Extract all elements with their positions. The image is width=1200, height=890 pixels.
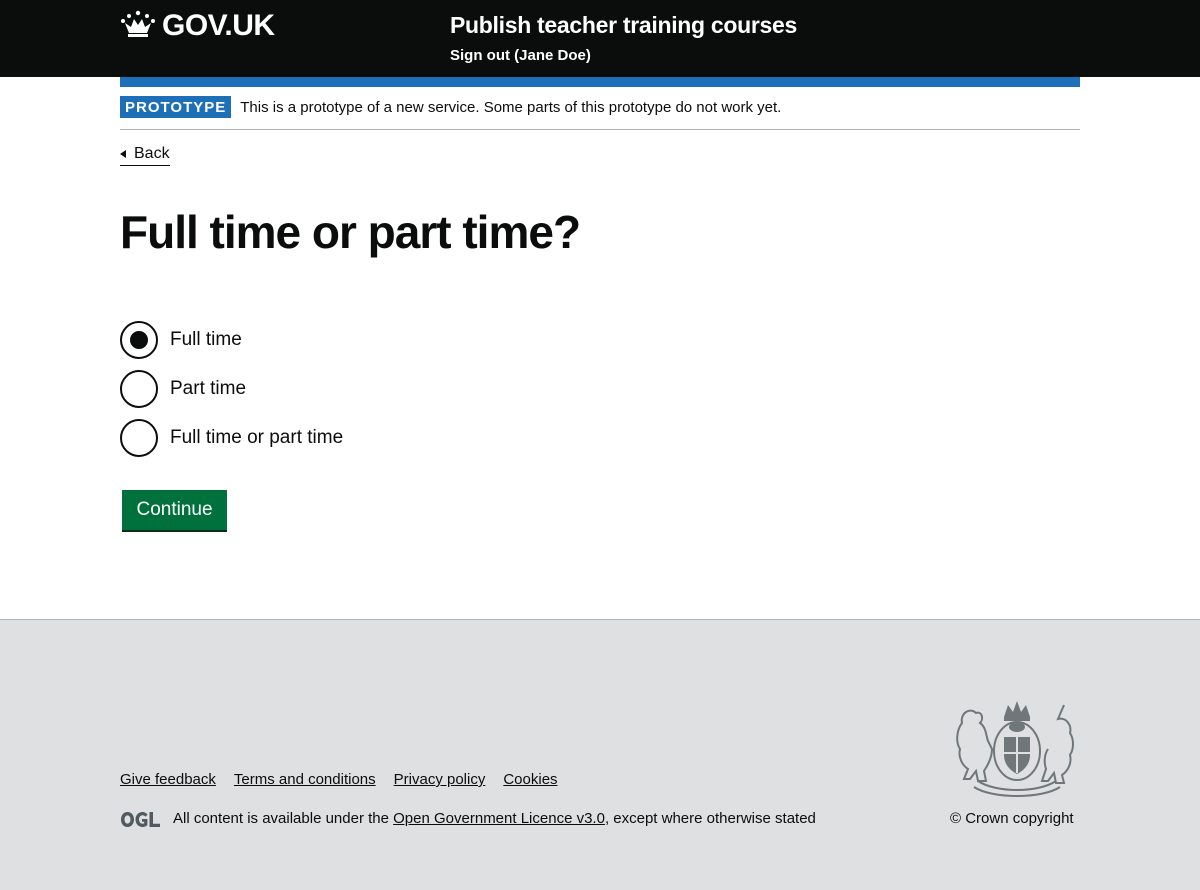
phase-banner: PROTOTYPE This is a prototype of a new s… [120,96,1080,130]
radio-full-or-part-time[interactable]: Full time or part time [120,419,343,457]
back-link-label: Back [134,145,170,162]
continue-button[interactable]: Continue [122,490,227,530]
radio-full-time[interactable]: Full time [120,321,343,359]
phase-banner-text: This is a prototype of a new service. So… [240,99,782,116]
study-mode-radios: Full time Part time Full time or part ti… [120,321,343,468]
footer-link-give-feedback[interactable]: Give feedback [120,770,216,790]
logo-text: GOV.UK [162,9,275,42]
radio-label-full-or-part-time[interactable]: Full time or part time [170,426,343,450]
phase-tag: PROTOTYPE [120,96,232,118]
open-government-licence-link[interactable]: Open Government Licence v3.0 [393,810,605,827]
licence-text: All content is available under the Open … [173,809,816,829]
licence-text-suffix: , except where otherwise stated [604,810,816,827]
radio-button-part-time[interactable] [120,370,158,408]
service-name[interactable]: Publish teacher training courses [450,11,797,39]
footer-link-privacy[interactable]: Privacy policy [394,770,486,790]
header-accent-bar [120,77,1080,87]
licence-text-prefix: All content is available under the [173,810,394,827]
crown-icon [120,9,156,44]
licence-statement: All content is available under the Open … [120,809,816,829]
back-arrow-icon [120,150,126,158]
radio-label-full-time[interactable]: Full time [170,328,242,352]
footer-links: Give feedback Terms and conditions Priva… [120,770,576,790]
royal-coat-of-arms-icon [952,695,1082,800]
ogl-logo-icon [120,811,161,828]
page-title: Full time or part time? [120,206,581,258]
radio-button-full-or-part-time[interactable] [120,419,158,457]
radio-button-full-time[interactable] [120,321,158,359]
footer-link-cookies[interactable]: Cookies [503,770,557,790]
radio-part-time[interactable]: Part time [120,370,343,408]
sign-out-link[interactable]: Sign out (Jane Doe) [450,46,591,66]
site-footer: Give feedback Terms and conditions Priva… [0,619,1200,890]
govuk-logo-link[interactable]: GOV.UK [120,8,275,44]
radio-label-part-time[interactable]: Part time [170,377,246,401]
footer-link-terms[interactable]: Terms and conditions [234,770,376,790]
back-link[interactable]: Back [120,144,170,166]
crown-copyright-link[interactable]: © Crown copyright [950,809,1074,829]
site-header: GOV.UK Publish teacher training courses … [0,0,1200,77]
